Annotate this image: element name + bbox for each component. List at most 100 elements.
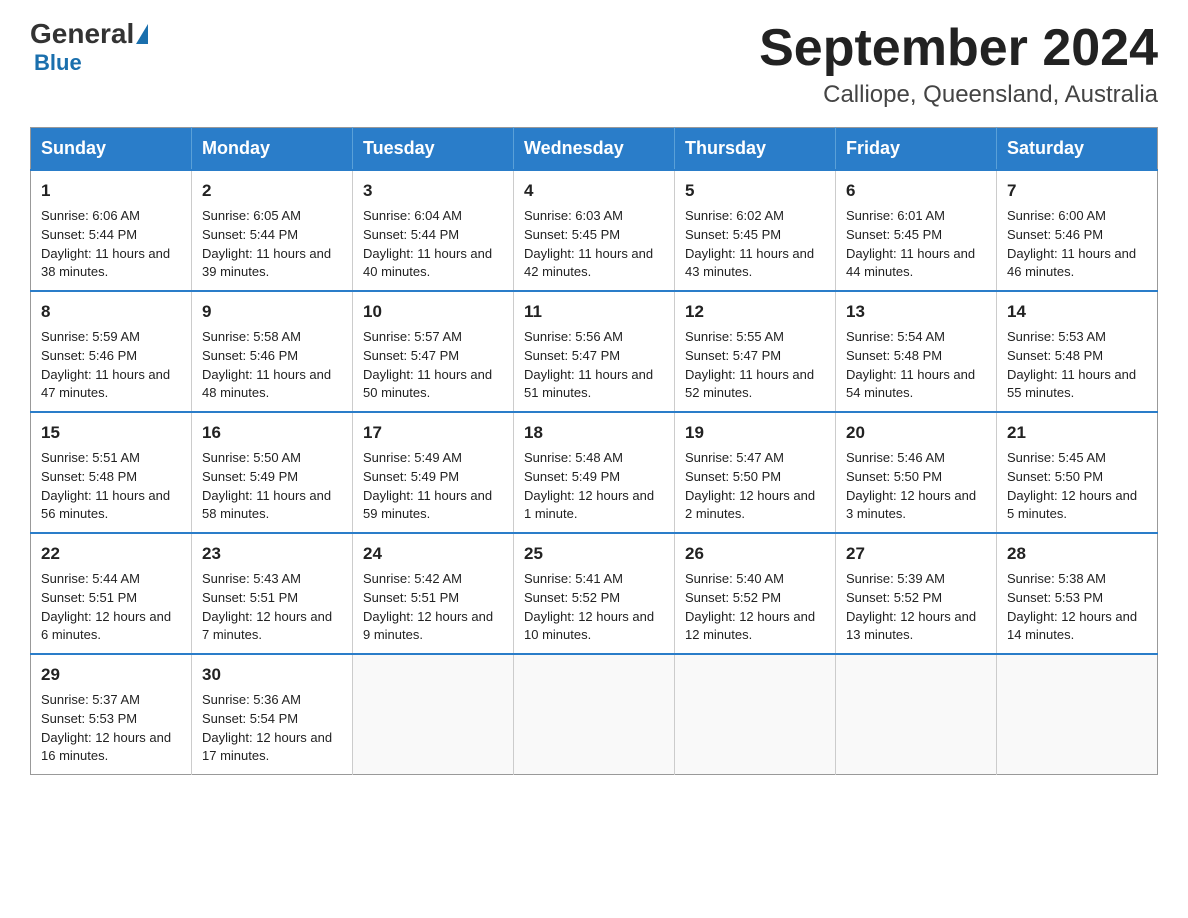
day-info: Sunrise: 5:55 AMSunset: 5:47 PMDaylight:… xyxy=(685,328,825,403)
logo-blue-text: Blue xyxy=(34,50,82,76)
day-number: 1 xyxy=(41,179,181,204)
day-info: Sunrise: 5:37 AMSunset: 5:53 PMDaylight:… xyxy=(41,691,181,766)
day-number: 2 xyxy=(202,179,342,204)
day-number: 17 xyxy=(363,421,503,446)
calendar-cell: 30 Sunrise: 5:36 AMSunset: 5:54 PMDayligh… xyxy=(192,654,353,775)
day-number: 30 xyxy=(202,663,342,688)
day-number: 9 xyxy=(202,300,342,325)
location-title: Calliope, Queensland, Australia xyxy=(759,81,1158,109)
weekday-header-tuesday: Tuesday xyxy=(353,128,514,171)
day-info: Sunrise: 5:53 AMSunset: 5:48 PMDaylight:… xyxy=(1007,328,1147,403)
day-number: 5 xyxy=(685,179,825,204)
day-number: 19 xyxy=(685,421,825,446)
day-info: Sunrise: 5:41 AMSunset: 5:52 PMDaylight:… xyxy=(524,570,664,645)
calendar-cell xyxy=(836,654,997,775)
calendar-cell: 18 Sunrise: 5:48 AMSunset: 5:49 PMDayligh… xyxy=(514,412,675,533)
calendar-cell: 28 Sunrise: 5:38 AMSunset: 5:53 PMDayligh… xyxy=(997,533,1158,654)
calendar-cell: 6 Sunrise: 6:01 AMSunset: 5:45 PMDaylight… xyxy=(836,170,997,291)
calendar-cell: 19 Sunrise: 5:47 AMSunset: 5:50 PMDayligh… xyxy=(675,412,836,533)
day-info: Sunrise: 5:42 AMSunset: 5:51 PMDaylight:… xyxy=(363,570,503,645)
day-info: Sunrise: 5:54 AMSunset: 5:48 PMDaylight:… xyxy=(846,328,986,403)
day-number: 3 xyxy=(363,179,503,204)
day-number: 27 xyxy=(846,542,986,567)
day-info: Sunrise: 5:43 AMSunset: 5:51 PMDaylight:… xyxy=(202,570,342,645)
calendar-cell: 4 Sunrise: 6:03 AMSunset: 5:45 PMDaylight… xyxy=(514,170,675,291)
day-info: Sunrise: 6:01 AMSunset: 5:45 PMDaylight:… xyxy=(846,207,986,282)
calendar-week-row: 8Sunrise: 5:59 AMSunset: 5:46 PMDaylight… xyxy=(31,291,1158,412)
day-info: Sunrise: 5:36 AMSunset: 5:54 PMDaylight:… xyxy=(202,691,342,766)
day-number: 4 xyxy=(524,179,664,204)
calendar-week-row: 29 Sunrise: 5:37 AMSunset: 5:53 PMDayligh… xyxy=(31,654,1158,775)
day-number: 25 xyxy=(524,542,664,567)
day-info: Sunrise: 5:46 AMSunset: 5:50 PMDaylight:… xyxy=(846,449,986,524)
weekday-header-row: SundayMondayTuesdayWednesdayThursdayFrid… xyxy=(31,128,1158,171)
logo-general-text: General xyxy=(30,20,134,48)
calendar-cell: 12 Sunrise: 5:55 AMSunset: 5:47 PMDayligh… xyxy=(675,291,836,412)
month-title: September 2024 xyxy=(759,20,1158,77)
day-info: Sunrise: 5:59 AMSunset: 5:46 PMDaylight:… xyxy=(41,328,181,403)
day-info: Sunrise: 5:44 AMSunset: 5:51 PMDaylight:… xyxy=(41,570,181,645)
day-number: 7 xyxy=(1007,179,1147,204)
calendar-cell: 24 Sunrise: 5:42 AMSunset: 5:51 PMDayligh… xyxy=(353,533,514,654)
day-info: Sunrise: 5:56 AMSunset: 5:47 PMDaylight:… xyxy=(524,328,664,403)
day-info: Sunrise: 6:02 AMSunset: 5:45 PMDaylight:… xyxy=(685,207,825,282)
calendar-cell: 17 Sunrise: 5:49 AMSunset: 5:49 PMDayligh… xyxy=(353,412,514,533)
day-number: 28 xyxy=(1007,542,1147,567)
calendar-cell xyxy=(353,654,514,775)
calendar-cell: 29 Sunrise: 5:37 AMSunset: 5:53 PMDayligh… xyxy=(31,654,192,775)
day-info: Sunrise: 5:50 AMSunset: 5:49 PMDaylight:… xyxy=(202,449,342,524)
day-number: 29 xyxy=(41,663,181,688)
calendar-cell: 2 Sunrise: 6:05 AMSunset: 5:44 PMDaylight… xyxy=(192,170,353,291)
calendar-cell: 14 Sunrise: 5:53 AMSunset: 5:48 PMDayligh… xyxy=(997,291,1158,412)
day-number: 13 xyxy=(846,300,986,325)
day-info: Sunrise: 6:06 AMSunset: 5:44 PMDaylight:… xyxy=(41,207,181,282)
day-number: 10 xyxy=(363,300,503,325)
weekday-header-friday: Friday xyxy=(836,128,997,171)
calendar-cell: 23Sunrise: 5:43 AMSunset: 5:51 PMDayligh… xyxy=(192,533,353,654)
calendar-cell xyxy=(514,654,675,775)
calendar-cell xyxy=(675,654,836,775)
logo: General Blue xyxy=(30,20,150,76)
calendar-cell: 20 Sunrise: 5:46 AMSunset: 5:50 PMDayligh… xyxy=(836,412,997,533)
day-info: Sunrise: 6:03 AMSunset: 5:45 PMDaylight:… xyxy=(524,207,664,282)
calendar-cell: 10 Sunrise: 5:57 AMSunset: 5:47 PMDayligh… xyxy=(353,291,514,412)
calendar-cell: 27Sunrise: 5:39 AMSunset: 5:52 PMDayligh… xyxy=(836,533,997,654)
page-header: General Blue September 2024 Calliope, Qu… xyxy=(30,20,1158,109)
day-info: Sunrise: 5:57 AMSunset: 5:47 PMDaylight:… xyxy=(363,328,503,403)
day-number: 20 xyxy=(846,421,986,446)
calendar-cell: 26 Sunrise: 5:40 AMSunset: 5:52 PMDayligh… xyxy=(675,533,836,654)
weekday-header-monday: Monday xyxy=(192,128,353,171)
calendar-cell: 5 Sunrise: 6:02 AMSunset: 5:45 PMDaylight… xyxy=(675,170,836,291)
calendar-cell: 15 Sunrise: 5:51 AMSunset: 5:48 PMDayligh… xyxy=(31,412,192,533)
calendar-week-row: 1 Sunrise: 6:06 AMSunset: 5:44 PMDaylight… xyxy=(31,170,1158,291)
calendar-week-row: 22Sunrise: 5:44 AMSunset: 5:51 PMDayligh… xyxy=(31,533,1158,654)
weekday-header-sunday: Sunday xyxy=(31,128,192,171)
calendar-week-row: 15 Sunrise: 5:51 AMSunset: 5:48 PMDayligh… xyxy=(31,412,1158,533)
calendar-cell xyxy=(997,654,1158,775)
title-block: September 2024 Calliope, Queensland, Aus… xyxy=(759,20,1158,109)
day-info: Sunrise: 6:05 AMSunset: 5:44 PMDaylight:… xyxy=(202,207,342,282)
calendar-cell: 3 Sunrise: 6:04 AMSunset: 5:44 PMDaylight… xyxy=(353,170,514,291)
day-info: Sunrise: 5:47 AMSunset: 5:50 PMDaylight:… xyxy=(685,449,825,524)
calendar-table: SundayMondayTuesdayWednesdayThursdayFrid… xyxy=(30,127,1158,775)
calendar-cell: 16Sunrise: 5:50 AMSunset: 5:49 PMDayligh… xyxy=(192,412,353,533)
day-number: 18 xyxy=(524,421,664,446)
weekday-header-thursday: Thursday xyxy=(675,128,836,171)
day-info: Sunrise: 5:48 AMSunset: 5:49 PMDaylight:… xyxy=(524,449,664,524)
day-info: Sunrise: 5:49 AMSunset: 5:49 PMDaylight:… xyxy=(363,449,503,524)
day-info: Sunrise: 6:04 AMSunset: 5:44 PMDaylight:… xyxy=(363,207,503,282)
day-info: Sunrise: 5:38 AMSunset: 5:53 PMDaylight:… xyxy=(1007,570,1147,645)
calendar-cell: 9 Sunrise: 5:58 AMSunset: 5:46 PMDaylight… xyxy=(192,291,353,412)
day-number: 26 xyxy=(685,542,825,567)
day-number: 21 xyxy=(1007,421,1147,446)
day-number: 15 xyxy=(41,421,181,446)
day-number: 11 xyxy=(524,300,664,325)
day-number: 6 xyxy=(846,179,986,204)
day-number: 12 xyxy=(685,300,825,325)
day-info: Sunrise: 5:58 AMSunset: 5:46 PMDaylight:… xyxy=(202,328,342,403)
day-number: 14 xyxy=(1007,300,1147,325)
day-number: 24 xyxy=(363,542,503,567)
day-info: Sunrise: 5:40 AMSunset: 5:52 PMDaylight:… xyxy=(685,570,825,645)
day-info: Sunrise: 5:51 AMSunset: 5:48 PMDaylight:… xyxy=(41,449,181,524)
calendar-cell: 21Sunrise: 5:45 AMSunset: 5:50 PMDayligh… xyxy=(997,412,1158,533)
